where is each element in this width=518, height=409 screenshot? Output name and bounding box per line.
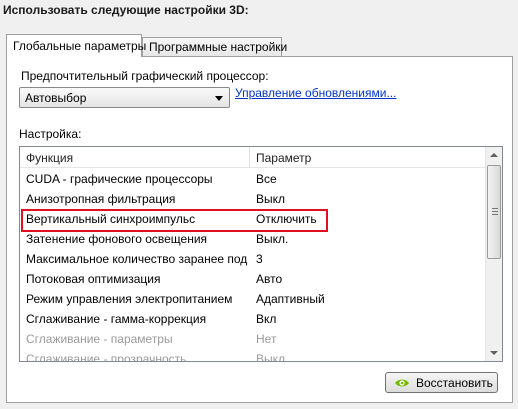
feature-cell: Анизотропная фильтрация: [26, 192, 176, 206]
scrollbar-thumb[interactable]: [487, 165, 501, 259]
table-row-vsync[interactable]: Вертикальный синхроимпульс Отключить: [20, 209, 485, 232]
value-cell: Адаптивный: [256, 292, 325, 306]
restore-button[interactable]: Восстановить: [385, 372, 498, 393]
chevron-down-icon: [215, 96, 223, 101]
value-cell: Выкл.: [256, 232, 289, 246]
scroll-down-button[interactable]: [486, 344, 502, 361]
tab-global-settings[interactable]: Глобальные параметры: [6, 34, 146, 57]
feature-cell: Режим управления электропитанием: [26, 292, 233, 306]
value-cell: Вкл: [256, 312, 277, 326]
grip-line: [492, 214, 498, 215]
feature-cell: Максимальное количество заранее под...: [26, 252, 248, 266]
page-heading: Использовать следующие настройки 3D:: [3, 3, 249, 17]
table-row[interactable]: Максимальное количество заранее под... 3: [20, 249, 485, 269]
arrow-down-icon: [490, 351, 498, 355]
feature-cell: Сглаживание - гамма-коррекция: [26, 312, 207, 326]
value-cell: Авто: [256, 272, 283, 286]
feature-cell: Сглаживание - прозрачность: [26, 352, 187, 362]
manage-updates-link[interactable]: Управление обновлениями...: [235, 86, 396, 100]
grip-line: [492, 208, 498, 209]
settings-list[interactable]: Функция Параметр CUDA - графические проц…: [19, 146, 503, 362]
value-cell: Нет: [256, 332, 277, 346]
table-row[interactable]: Затенение фонового освещения Выкл.: [20, 229, 485, 249]
arrow-up-icon: [490, 153, 498, 157]
column-divider[interactable]: [249, 147, 250, 168]
tab-program-settings[interactable]: Программные настройки: [142, 37, 287, 57]
list-header: Функция Параметр: [20, 147, 485, 168]
value-cell: 3: [256, 252, 263, 266]
gpu-select[interactable]: Автовыбор: [19, 87, 230, 108]
value-cell: Отключить: [256, 212, 317, 226]
feature-cell: Сглаживание - параметры: [26, 332, 173, 346]
value-cell: Выкл: [256, 192, 286, 206]
gpu-select-value: Автовыбор: [25, 91, 87, 105]
vertical-scrollbar[interactable]: [485, 147, 502, 361]
feature-cell: Вертикальный синхроимпульс: [26, 212, 196, 226]
feature-cell: Потоковая оптимизация: [26, 272, 161, 286]
gpu-label: Предпочтительный графический процессор:: [21, 69, 269, 83]
settings-label: Настройка:: [19, 127, 82, 141]
feature-cell: CUDA - графические процессоры: [26, 172, 213, 186]
nvidia-eye-icon: [395, 379, 409, 387]
table-row[interactable]: Анизотропная фильтрация Выкл: [20, 189, 485, 209]
column-header-value[interactable]: Параметр: [256, 151, 311, 165]
table-row[interactable]: CUDA - графические процессоры Все: [20, 169, 485, 189]
table-row[interactable]: Режим управления электропитанием Адаптив…: [20, 289, 485, 309]
tab-panel: Предпочтительный графический процессор: …: [6, 56, 513, 403]
scroll-up-button[interactable]: [486, 147, 502, 164]
column-header-feature[interactable]: Функция: [26, 151, 73, 165]
table-row[interactable]: Сглаживание - гамма-коррекция Вкл: [20, 309, 485, 329]
table-row[interactable]: Потоковая оптимизация Авто: [20, 269, 485, 289]
table-row-disabled[interactable]: Сглаживание - параметры Нет: [20, 329, 485, 349]
grip-line: [492, 211, 498, 212]
list-rows: CUDA - графические процессоры Все Анизот…: [20, 169, 485, 362]
feature-cell: Затенение фонового освещения: [26, 232, 208, 246]
value-cell: Выкл: [256, 352, 286, 362]
restore-button-label: Восстановить: [416, 376, 493, 390]
value-cell: Все: [256, 172, 277, 186]
table-row-disabled[interactable]: Сглаживание - прозрачность Выкл: [20, 349, 485, 362]
